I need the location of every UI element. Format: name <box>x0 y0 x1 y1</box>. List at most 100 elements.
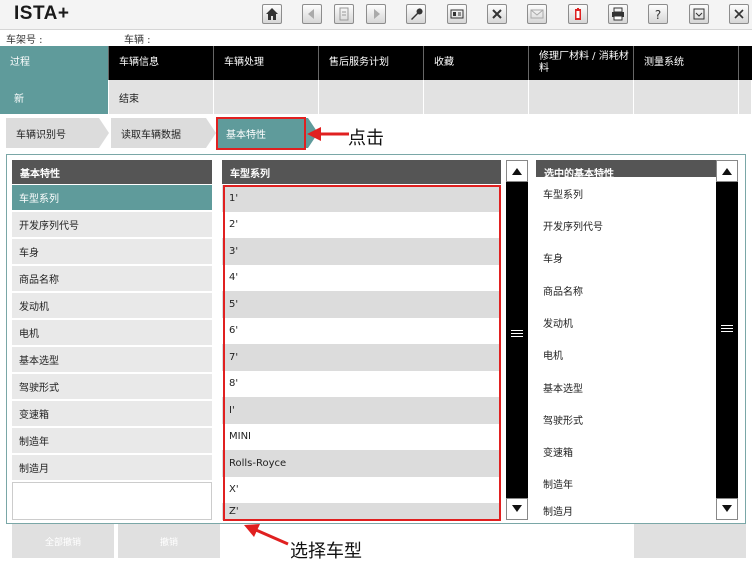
home-icon <box>266 8 278 20</box>
right-item-gearbox: 变速箱 <box>536 435 716 467</box>
tools-button[interactable] <box>487 4 507 24</box>
right-item-build-year: 制造年 <box>536 467 716 499</box>
scroll-down-button[interactable] <box>506 498 528 520</box>
nav-favorites[interactable]: 收藏 <box>424 46 529 80</box>
right-item-body: 车身 <box>536 241 716 273</box>
document-icon <box>339 7 349 21</box>
forward-icon <box>374 9 380 19</box>
nav-vehicle-info[interactable]: 车辆信息 <box>109 46 214 80</box>
scroll-grip-icon[interactable] <box>721 325 733 335</box>
middle-panel-header: 车型系列 <box>222 160 501 184</box>
sub-nav: 新 结束 <box>0 80 752 114</box>
step-arrow <box>99 118 109 148</box>
step-arrow <box>206 118 216 148</box>
close-icon <box>734 9 744 19</box>
close-button[interactable] <box>729 4 749 24</box>
scroll-up-button[interactable] <box>716 160 738 182</box>
subnav-new[interactable]: 新 <box>0 80 109 114</box>
help-button[interactable]: ? <box>648 4 668 24</box>
id-card-button[interactable] <box>447 4 467 24</box>
subnav-empty-5 <box>634 80 739 114</box>
left-item-product-name[interactable]: 商品名称 <box>12 266 212 291</box>
highlight-box-model-list <box>223 185 501 521</box>
right-item-engine: 发动机 <box>536 306 716 338</box>
right-scrollbar[interactable] <box>716 160 738 520</box>
arrow-down-icon <box>512 505 522 512</box>
annotation-arrow-click <box>307 127 349 141</box>
annotation-select-model: 选择车型 <box>290 541 362 562</box>
nav-workshop-materials[interactable]: 修理厂材料 / 消耗材料 <box>529 46 634 80</box>
printer-icon <box>612 7 624 21</box>
left-item-model-series[interactable]: 车型系列 <box>12 185 212 210</box>
mail-icon <box>530 9 544 19</box>
left-panel-empty <box>12 482 212 520</box>
battery-icon <box>575 8 581 20</box>
minimize-button[interactable] <box>689 4 709 24</box>
left-item-drive-type[interactable]: 驾驶形式 <box>12 374 212 399</box>
vehicle-info-line: 车架号 : 车辆 : <box>0 30 752 46</box>
undo-all-button[interactable]: 全部撤销 <box>12 524 114 558</box>
vehicle-label: 车辆 : <box>124 35 151 46</box>
home-button[interactable] <box>262 4 282 24</box>
left-item-engine[interactable]: 发动机 <box>12 293 212 318</box>
nav-process[interactable]: 过程 <box>0 46 109 80</box>
right-item-build-month: 制造月 <box>536 499 716 521</box>
highlight-box-step <box>216 117 306 150</box>
subnav-empty-2 <box>319 80 424 114</box>
tools-icon <box>492 9 502 19</box>
left-item-dev-code[interactable]: 开发序列代号 <box>12 212 212 237</box>
svg-text:?: ? <box>655 8 661 21</box>
subnav-empty-3 <box>424 80 529 114</box>
minimize-icon <box>693 8 705 20</box>
nav-service-plan[interactable]: 售后服务计划 <box>319 46 424 80</box>
annotation-click: 点击 <box>348 128 384 149</box>
arrow-up-icon <box>512 168 522 175</box>
subnav-empty-6 <box>739 80 752 114</box>
left-item-body[interactable]: 车身 <box>12 239 212 264</box>
nav-overflow <box>739 46 752 80</box>
arrow-up-icon <box>722 168 732 175</box>
wrench-icon <box>411 8 423 20</box>
arrow-down-icon <box>722 505 732 512</box>
subnav-empty-1 <box>214 80 319 114</box>
left-item-basic-type[interactable]: 基本选型 <box>12 347 212 372</box>
title-bar: ISTA+ ? <box>0 0 752 30</box>
right-item-drive-type: 驾驶形式 <box>536 403 716 435</box>
app-title: ISTA+ <box>14 3 70 24</box>
document-button[interactable] <box>334 4 354 24</box>
main-nav: 过程 车辆信息 车辆处理 售后服务计划 收藏 修理厂材料 / 消耗材料 测量系统 <box>0 46 752 80</box>
scroll-grip-icon[interactable] <box>511 330 523 340</box>
subnav-end[interactable]: 结束 <box>109 80 214 114</box>
left-item-build-month[interactable]: 制造月 <box>12 455 212 480</box>
left-item-gearbox[interactable]: 变速箱 <box>12 401 212 426</box>
left-item-build-year[interactable]: 制造年 <box>12 428 212 453</box>
scroll-down-button[interactable] <box>716 498 738 520</box>
battery-button[interactable] <box>568 4 588 24</box>
middle-scrollbar[interactable] <box>506 160 528 520</box>
wrench-button[interactable] <box>406 4 426 24</box>
right-item-model-series: 车型系列 <box>536 177 716 209</box>
step-read-vehicle-data[interactable]: 读取车辆数据 <box>111 118 206 148</box>
forward-button[interactable] <box>366 4 386 24</box>
help-icon: ? <box>655 8 661 21</box>
left-item-motor[interactable]: 电机 <box>12 320 212 345</box>
step-vin[interactable]: 车辆识别号 <box>6 118 99 148</box>
subnav-empty-4 <box>529 80 634 114</box>
mail-button[interactable] <box>527 4 547 24</box>
right-item-product-name: 商品名称 <box>536 274 716 306</box>
printer-button[interactable] <box>608 4 628 24</box>
left-panel-header: 基本特性 <box>12 160 212 184</box>
id-card-icon <box>450 9 464 19</box>
right-item-basic-type: 基本选型 <box>536 371 716 403</box>
annotation-arrow-select <box>244 524 289 546</box>
nav-measurement-system[interactable]: 测量系统 <box>634 46 739 80</box>
back-button[interactable] <box>302 4 322 24</box>
undo-button[interactable]: 撤销 <box>118 524 220 558</box>
right-item-dev-code: 开发序列代号 <box>536 209 716 241</box>
nav-vehicle-handling[interactable]: 车辆处理 <box>214 46 319 80</box>
back-icon <box>308 9 314 19</box>
right-item-motor: 电机 <box>536 338 716 370</box>
chassis-number-label: 车架号 : <box>6 35 43 46</box>
scroll-up-button[interactable] <box>506 160 528 182</box>
confirm-button-disabled[interactable] <box>634 524 746 558</box>
